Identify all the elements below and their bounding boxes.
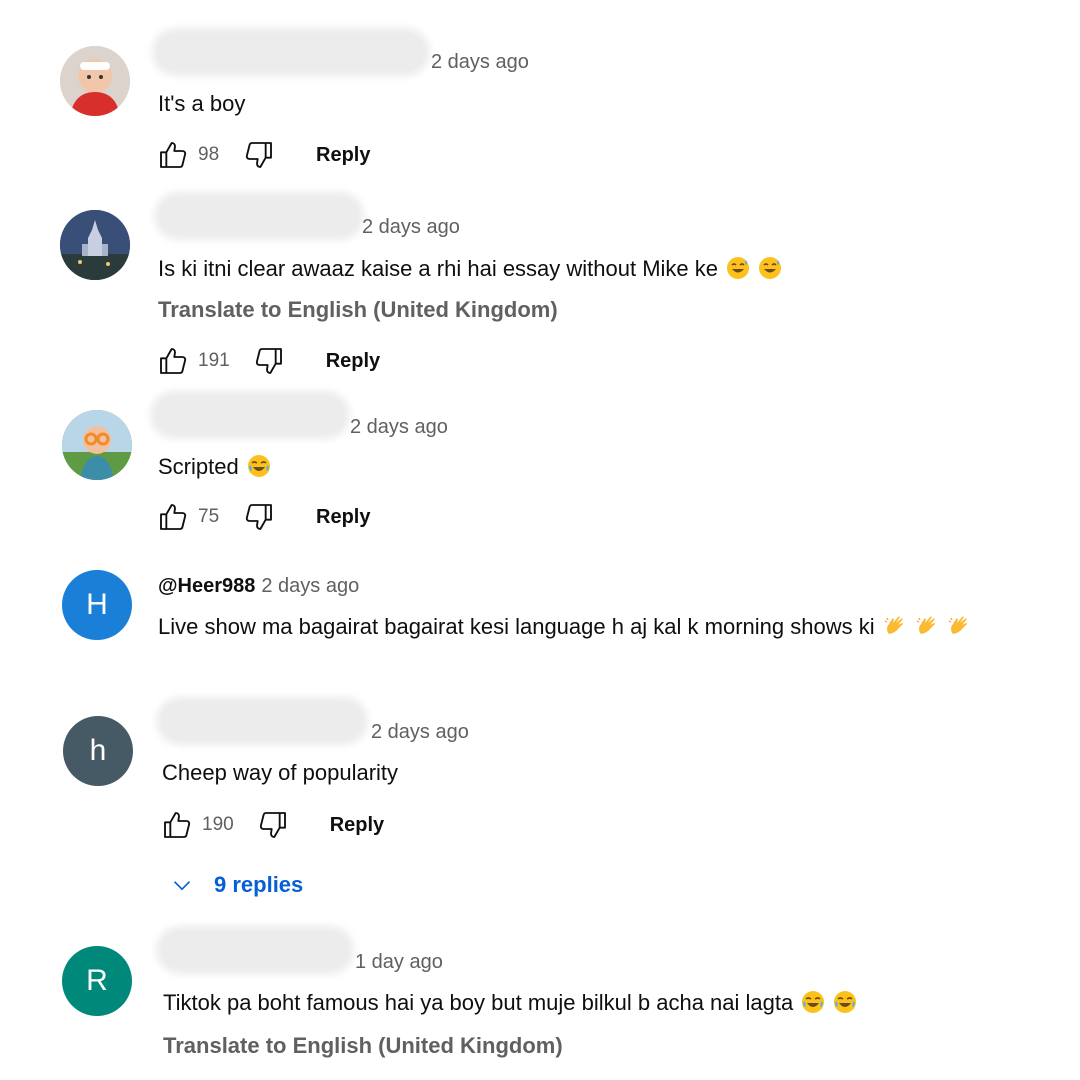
reply-button[interactable]: Reply [316, 144, 370, 167]
comment-text: Live show ma bagairat bagairat kesi lang… [158, 614, 971, 640]
sweat-smile-emoji-icon [759, 257, 782, 279]
dislike-button[interactable] [242, 138, 276, 172]
like-count: 191 [198, 350, 230, 371]
view-replies-button[interactable]: 9 replies [172, 872, 303, 898]
avatar[interactable] [60, 46, 130, 116]
translate-link[interactable]: Translate to English (United Kingdom) [163, 1033, 563, 1059]
clap-emoji-icon [884, 616, 903, 634]
author-handle[interactable]: @Heer988 [158, 575, 255, 597]
avatar[interactable]: H [62, 570, 132, 640]
like-button[interactable] [156, 500, 190, 534]
thumbs-up-icon [160, 142, 187, 168]
dislike-button[interactable] [242, 500, 276, 534]
thumbs-down-icon [245, 142, 272, 168]
avatar[interactable]: h [63, 716, 133, 786]
avatar[interactable]: R [62, 946, 132, 1016]
replies-count: 9 replies [214, 872, 304, 897]
comment-actions: 191 Reply [156, 343, 380, 379]
avatar-letter: h [89, 734, 107, 767]
thumbs-up-icon [164, 812, 191, 838]
like-count: 75 [198, 506, 220, 527]
author-name-redacted [158, 34, 424, 70]
like-count: 190 [202, 814, 234, 835]
castle-photo-icon [60, 210, 130, 280]
like-button[interactable] [156, 344, 190, 378]
comment-time: 2 days ago [350, 416, 448, 438]
joy-emoji-icon [247, 455, 270, 477]
joy-emoji-icon [834, 991, 857, 1013]
avatar-letter: R [86, 964, 108, 997]
like-count: 98 [198, 144, 220, 165]
thumbs-down-icon [259, 812, 286, 838]
like-button[interactable] [160, 808, 194, 842]
reply-button[interactable]: Reply [316, 506, 370, 529]
dislike-button[interactable] [256, 808, 290, 842]
author-name-redacted [162, 932, 348, 968]
comment-time: 1 day ago [355, 951, 443, 973]
boy-photo-icon [62, 410, 132, 480]
comment-text: Scripted [158, 454, 271, 480]
dislike-button[interactable] [252, 344, 286, 378]
avatar-letter: H [86, 588, 108, 621]
clap-emoji-icon [948, 616, 967, 634]
reply-button[interactable]: Reply [330, 814, 384, 837]
comment-time: 2 days ago [261, 575, 360, 597]
comment-meta: @Heer988 2 days ago [158, 575, 359, 598]
avatar[interactable] [60, 210, 130, 280]
comment-time: 2 days ago [431, 51, 529, 73]
chevron-down-icon [173, 881, 191, 891]
thumbs-up-icon [160, 348, 187, 374]
author-name-redacted [160, 198, 358, 234]
comment-actions: 190 Reply [160, 807, 384, 843]
comment-text: Tiktok pa boht famous hai ya boy but muj… [163, 990, 857, 1016]
author-name-redacted [156, 397, 344, 433]
thumbs-up-icon [160, 504, 187, 530]
comment-text: Is ki itni clear awaaz kaise a rhi hai e… [158, 256, 782, 282]
comment-actions: 98 Reply [156, 137, 370, 173]
like-button[interactable] [156, 138, 190, 172]
thumbs-down-icon [255, 348, 282, 374]
sweat-smile-emoji-icon [727, 257, 750, 279]
baby-photo-icon [60, 46, 130, 116]
avatar[interactable] [62, 410, 132, 480]
comment-text: Cheep way of popularity [162, 760, 399, 785]
comment-time: 2 days ago [371, 721, 469, 743]
clap-emoji-icon [916, 616, 935, 634]
author-name-redacted [162, 703, 362, 739]
thumbs-down-icon [245, 504, 272, 530]
comment-time: 2 days ago [362, 216, 460, 238]
translate-link[interactable]: Translate to English (United Kingdom) [158, 297, 558, 323]
joy-emoji-icon [802, 991, 825, 1013]
comment-actions: 75 Reply [156, 499, 370, 535]
reply-button[interactable]: Reply [326, 350, 380, 373]
comment-text: It's a boy [158, 91, 246, 116]
